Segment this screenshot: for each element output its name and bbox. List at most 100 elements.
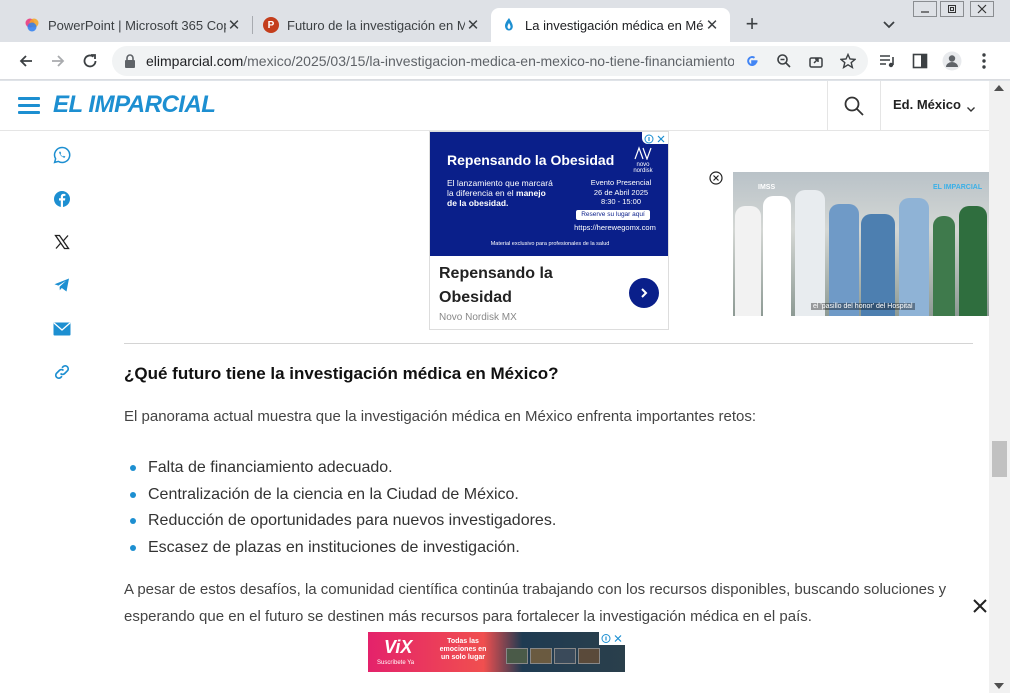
x-icon[interactable]: [52, 232, 72, 252]
ad-banner-title: Repensando la Obesidad: [447, 152, 615, 168]
video-watermark-imss: IMSS: [758, 184, 776, 191]
ad-reserve-button[interactable]: Reserve su lugar aquí: [576, 210, 650, 220]
article-paragraph: A pesar de estos desafíos, la comunidad …: [124, 581, 947, 625]
url-host: elimparcial.com: [146, 53, 244, 69]
tab-title: Futuro de la investigación en México: [287, 17, 465, 33]
back-icon[interactable]: [16, 51, 36, 71]
close-sticky-ad-icon[interactable]: [971, 597, 989, 615]
tab-futuro-investigacion[interactable]: P Futuro de la investigación en México ✕: [253, 8, 491, 42]
ad-event-info: Evento Presencial 26 de Abril 2025 8:30 …: [580, 178, 662, 207]
elimparcial-icon: [501, 17, 517, 33]
challenges-list: Falta de financiamiento adecuado. Centra…: [124, 457, 556, 563]
close-tab-icon[interactable]: ✕: [465, 17, 481, 34]
header-divider: [880, 81, 881, 131]
ad-event-time: 8:30 - 15:00: [600, 197, 642, 206]
show-thumbnail: [554, 648, 576, 664]
new-tab-button[interactable]: +: [741, 13, 763, 36]
zoom-icon[interactable]: [775, 52, 793, 70]
scroll-down-arrow-icon[interactable]: [994, 683, 1004, 689]
video-figure: [829, 204, 859, 316]
reload-icon[interactable]: [80, 51, 100, 71]
close-tab-icon[interactable]: ✕: [704, 17, 720, 34]
list-item: Reducción de oportunidades para nuevos i…: [124, 510, 556, 537]
list-item: Centralización de la ciencia en la Ciuda…: [124, 484, 556, 511]
list-item: Escasez de plazas en instituciones de in…: [124, 537, 556, 564]
video-figure: [959, 206, 987, 316]
whatsapp-icon[interactable]: [52, 145, 72, 165]
show-thumbnail: [578, 648, 600, 664]
copilot-icon: [24, 17, 40, 33]
tab-investigacion-medica[interactable]: La investigación médica en México ✕: [491, 8, 730, 42]
video-figure: [795, 190, 825, 316]
url-text: elimparcial.com/mexico/2025/03/15/la-inv…: [146, 53, 734, 69]
video-figure: [861, 214, 895, 316]
article-paragraph: El panorama actual muestra que la invest…: [124, 408, 756, 425]
reading-list-icon[interactable]: [877, 51, 897, 71]
vix-logo: ViX: [384, 637, 413, 657]
tab-title: PowerPoint | Microsoft 365 Copilot: [48, 17, 226, 33]
browser-toolbar: elimparcial.com/mexico/2025/03/15/la-inv…: [0, 42, 1010, 80]
address-bar[interactable]: elimparcial.com/mexico/2025/03/15/la-inv…: [112, 46, 868, 76]
close-tab-icon[interactable]: ✕: [226, 17, 242, 34]
show-thumbnail: [506, 648, 528, 664]
video-figure: [933, 216, 955, 316]
edition-selector[interactable]: Ed. México: [893, 97, 961, 112]
ad-advertiser: Novo Nordisk MX: [439, 312, 517, 323]
ad-chevron-right-icon[interactable]: [629, 278, 659, 308]
facebook-icon[interactable]: [52, 189, 72, 209]
browser-menu-icon[interactable]: [974, 51, 994, 71]
close-video-icon[interactable]: [709, 171, 723, 185]
hamburger-menu-icon[interactable]: [18, 97, 40, 114]
tab-strip: PowerPoint | Microsoft 365 Copilot ✕ P F…: [0, 0, 1010, 42]
google-lens-icon[interactable]: [743, 52, 761, 70]
side-panel-icon[interactable]: [910, 51, 930, 71]
tab-title: La investigación médica en México: [525, 17, 704, 33]
scroll-up-arrow-icon[interactable]: [994, 85, 1004, 91]
ad-banner-logo-text: novo nordisk: [633, 162, 653, 174]
tab-search-chevron-icon[interactable]: [880, 16, 898, 34]
novo-nordisk-logo: novo nordisk: [628, 146, 658, 174]
ad-headline[interactable]: Repensando la Obesidad: [439, 262, 619, 310]
site-logo[interactable]: EL IMPARCIAL: [53, 91, 216, 119]
bookmark-star-icon[interactable]: [839, 52, 857, 70]
video-caption: el 'pasillo del honor' del Hospital: [811, 303, 915, 310]
adchoices-icon[interactable]: [642, 132, 668, 144]
adchoices-icon[interactable]: [599, 632, 625, 645]
close-window-button[interactable]: [970, 1, 994, 17]
telegram-icon[interactable]: [52, 275, 72, 295]
forward-icon[interactable]: [48, 51, 68, 71]
chevron-down-icon[interactable]: [966, 101, 976, 112]
video-figure: [763, 196, 791, 316]
scrollbar-thumb[interactable]: [992, 441, 1007, 477]
floating-video-player[interactable]: IMSS EL IMPARCIAL el 'pasillo del honor'…: [733, 172, 989, 316]
vix-subscribe-text: Suscríbete Ya: [377, 660, 415, 666]
ad-event-date: 26 de Abril 2025: [593, 187, 649, 197]
link-icon[interactable]: [52, 362, 72, 382]
profile-avatar-icon[interactable]: [942, 51, 962, 71]
maximize-window-button[interactable]: [940, 1, 964, 17]
share-page-icon[interactable]: [807, 52, 825, 70]
sticky-ad-vix[interactable]: ViX Suscríbete Ya Todas las emociones en…: [368, 632, 625, 672]
video-watermark-logo: EL IMPARCIAL: [933, 184, 983, 191]
video-figure: [735, 206, 761, 316]
web-page: EL IMPARCIAL Ed. México Repensando la Ob…: [0, 81, 989, 693]
email-icon[interactable]: [52, 319, 72, 339]
show-thumbnail: [530, 648, 552, 664]
ad-banner-url: https://herewegomx.com: [574, 223, 656, 232]
site-header: EL IMPARCIAL Ed. México: [0, 81, 989, 131]
vix-tagline: Todas las emociones en un solo lugar: [439, 638, 487, 661]
tab-powerpoint-copilot[interactable]: PowerPoint | Microsoft 365 Copilot ✕: [14, 8, 252, 42]
display-ad-obesidad[interactable]: Repensando la Obesidad novo nordisk El l…: [429, 131, 669, 330]
ad-banner[interactable]: Repensando la Obesidad novo nordisk El l…: [430, 132, 668, 256]
search-icon[interactable]: [843, 95, 865, 117]
powerpoint-icon: P: [263, 17, 279, 33]
ad-banner-text: El lanzamiento que marcará la diferencia…: [447, 178, 557, 208]
header-divider: [827, 81, 828, 131]
page-scrollbar[interactable]: [989, 81, 1010, 693]
ad-disclaimer: Material exclusivo para profesionales de…: [490, 241, 610, 247]
minimize-window-button[interactable]: [913, 1, 937, 17]
video-figure: [899, 198, 929, 316]
lock-icon[interactable]: [124, 54, 136, 68]
url-path: /mexico/2025/03/15/la-investigacion-medi…: [243, 53, 734, 69]
ad-event-title: Evento Presencial: [590, 178, 652, 187]
